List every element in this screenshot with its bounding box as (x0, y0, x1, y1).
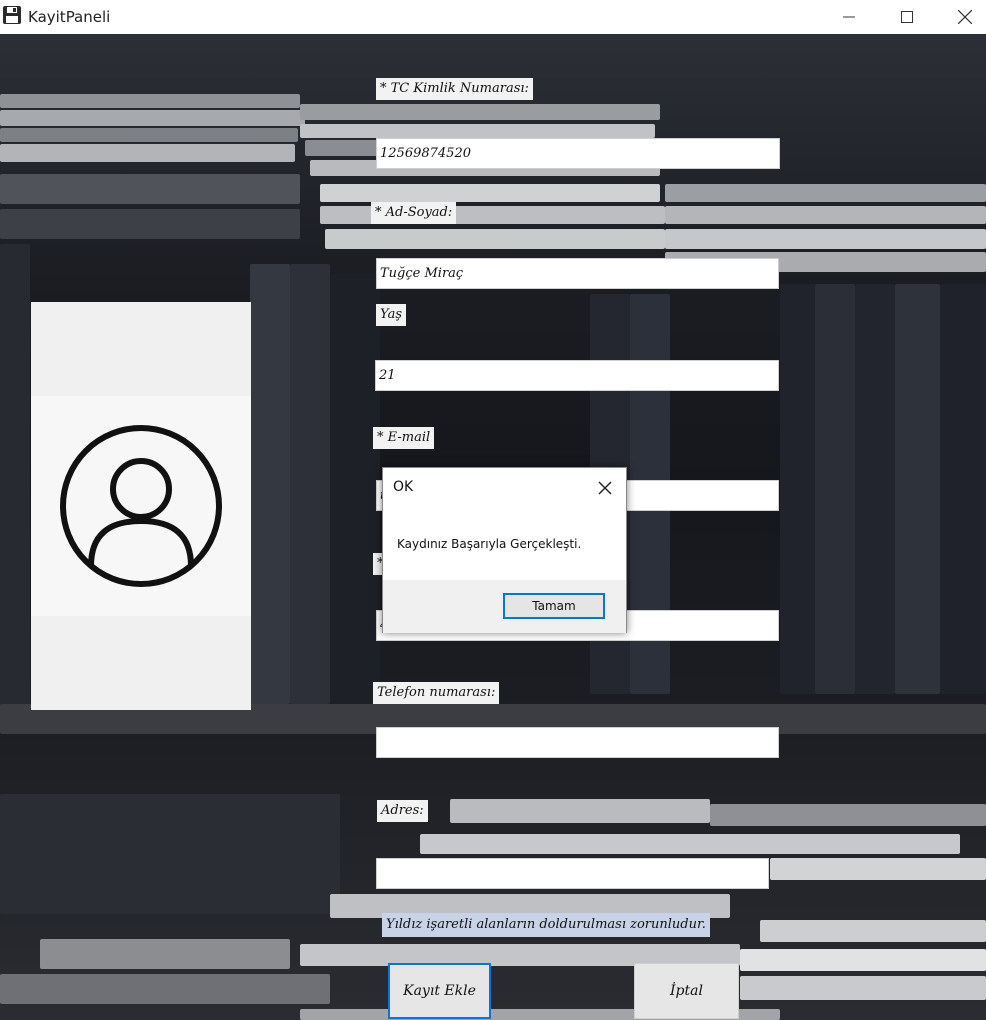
dialog-title: OK (393, 479, 414, 495)
tc-label: * TC Kimlik Numarası: (376, 78, 533, 100)
tc-input[interactable]: 12569874520 (376, 138, 780, 169)
user-profile-icon (60, 425, 222, 587)
minimize-icon (843, 16, 855, 18)
dialog-ok-button[interactable]: Tamam (503, 593, 605, 619)
minimize-button[interactable] (820, 0, 878, 34)
maximize-icon (901, 11, 913, 23)
maximize-button[interactable] (878, 0, 936, 34)
cancel-button[interactable]: İptal (634, 963, 739, 1019)
window-title: KayitPaneli (28, 8, 111, 26)
close-button[interactable] (936, 0, 986, 34)
phone-label: Telefon numarası: (373, 682, 500, 704)
name-label: * Ad-Soyad: (371, 202, 457, 224)
phone-input[interactable] (376, 727, 779, 758)
close-icon (958, 10, 972, 24)
required-fields-note: Yıldız işaretli alanların doldurulması z… (382, 913, 710, 937)
floppy-disk-icon (2, 5, 22, 25)
name-input[interactable]: Tuğçe Miraç (376, 258, 779, 289)
age-label: Yaş (376, 304, 406, 326)
email-label: * E-mail (373, 427, 435, 449)
close-icon (598, 481, 612, 495)
avatar-image-area (31, 396, 251, 616)
save-button[interactable]: Kayıt Ekle (388, 963, 491, 1019)
address-label: Adres: (377, 800, 428, 822)
address-input[interactable] (376, 858, 769, 889)
dialog-message: Kaydınız Başarıyla Gerçekleşti. (397, 537, 582, 551)
avatar-panel (31, 302, 251, 710)
dialog-close-button[interactable] (593, 476, 617, 500)
age-input[interactable]: 21 (375, 360, 779, 391)
dialog-footer: Tamam (383, 580, 626, 633)
success-dialog: OK Kaydınız Başarıyla Gerçekleşti. Tamam (382, 467, 627, 633)
title-bar: KayitPaneli (0, 0, 986, 34)
